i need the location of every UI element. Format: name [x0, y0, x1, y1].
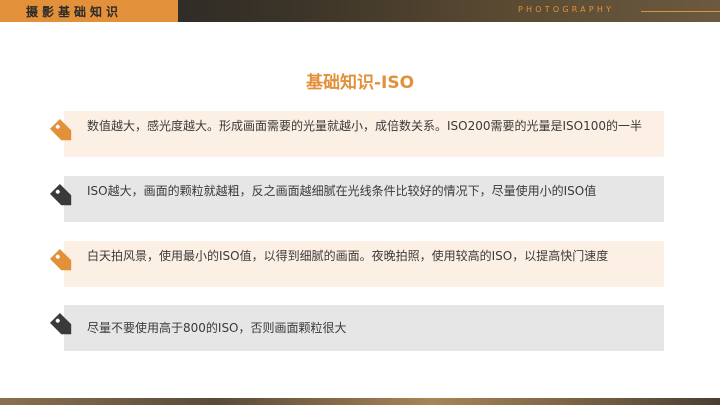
list-item: ISO越大，画面的颗粒就越粗，反之画面越细腻在光线条件比较好的情况下，尽量使用小…	[44, 176, 664, 222]
slide-title: 基础知识-ISO	[305, 73, 415, 93]
list-item: 白天拍风景，使用最小的ISO值，以得到细腻的画面。夜晚拍照，使用较高的ISO，以…	[44, 241, 664, 287]
top-banner: 摄影基础知识 PHOTOGRAPHY	[0, 0, 720, 22]
price-tag-icon	[49, 183, 72, 206]
bottom-photo-strip	[0, 398, 720, 405]
list-item: 数值越大，感光度越大。形成画面需要的光量就越小，成倍数关系。ISO200需要的光…	[44, 111, 664, 157]
brand-text: PHOTOGRAPHY	[518, 5, 615, 14]
brand-underline	[641, 11, 720, 12]
item-text: ISO越大，画面的颗粒就越粗，反之画面越细腻在光线条件比较好的情况下，尽量使用小…	[87, 184, 597, 198]
section-label: 摄影基础知识	[26, 5, 123, 19]
list-item: 尽量不要使用高于800的ISO，否则画面颗粒很大	[44, 305, 664, 351]
section-tag: 摄影基础知识	[0, 0, 178, 22]
item-text: 数值越大，感光度越大。形成画面需要的光量就越小，成倍数关系。ISO200需要的光…	[87, 119, 643, 133]
price-tag-icon	[49, 312, 72, 335]
price-tag-icon	[49, 118, 72, 141]
price-tag-icon	[49, 248, 72, 271]
item-text: 白天拍风景，使用最小的ISO值，以得到细腻的画面。夜晚拍照，使用较高的ISO，以…	[87, 249, 609, 263]
item-text: 尽量不要使用高于800的ISO，否则画面颗粒很大	[87, 321, 347, 335]
